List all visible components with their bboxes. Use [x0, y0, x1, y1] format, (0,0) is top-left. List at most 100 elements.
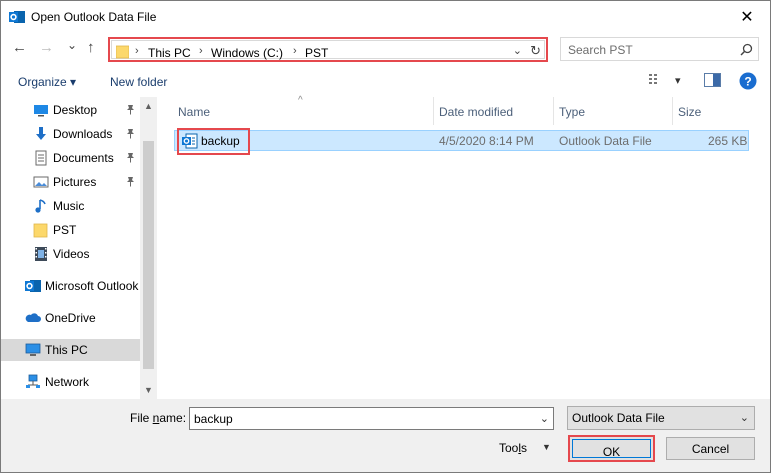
cancel-button[interactable]: Cancel	[666, 437, 755, 460]
column-header-size[interactable]: Size	[678, 105, 701, 119]
search-icon	[740, 43, 753, 56]
forward-button[interactable]: →	[39, 39, 54, 56]
file-type: Outlook Data File	[559, 134, 652, 148]
navigation-pane: Desktop Downloads Documents Pictures Mus…	[1, 97, 157, 399]
search-placeholder: Search PST	[568, 43, 633, 57]
new-folder-button[interactable]: New folder	[110, 75, 167, 89]
file-list: ^ Name Date modified Type Size backup 4/…	[171, 95, 759, 399]
tools-dropdown-icon[interactable]: ▼	[542, 442, 551, 452]
recent-locations-button[interactable]: ⌄	[67, 38, 77, 52]
sidebar-item-microsoft-outlook[interactable]: Microsoft Outlook	[25, 275, 140, 297]
sort-ascending-icon: ^	[298, 95, 303, 106]
sidebar-item-videos[interactable]: Videos	[33, 243, 140, 265]
sidebar-item-label: Microsoft Outlook	[45, 279, 139, 293]
pin-icon	[125, 152, 136, 166]
file-row[interactable]: backup 4/5/2020 8:14 PM Outlook Data Fil…	[174, 128, 749, 155]
organize-label: Organize	[18, 75, 67, 89]
folder-icon	[116, 45, 129, 59]
refresh-icon[interactable]: ↻	[530, 43, 541, 59]
address-bar[interactable]: › This PC › Windows (C:) › PST ⌄ ↻	[108, 37, 548, 62]
chevron-down-icon[interactable]: ⌄	[540, 412, 549, 425]
breadcrumb-separator: ›	[293, 45, 297, 57]
ok-button-focus-ring: OK	[572, 439, 651, 459]
computer-icon	[25, 343, 41, 356]
outlook-icon	[25, 280, 41, 292]
column-divider[interactable]	[553, 97, 554, 125]
breadcrumb-windows-c[interactable]: Windows (C:)	[211, 46, 283, 60]
up-button[interactable]: ↑	[87, 39, 95, 56]
documents-icon	[35, 150, 47, 166]
sidebar-item-downloads[interactable]: Downloads	[33, 123, 140, 145]
change-view-button[interactable]	[649, 73, 665, 88]
file-name: backup	[201, 134, 240, 148]
breadcrumb-this-pc[interactable]: This PC	[148, 46, 191, 60]
pst-file-icon	[182, 133, 198, 149]
file-name-value: backup	[194, 412, 233, 426]
file-name-field[interactable]: backup ⌄	[189, 407, 554, 430]
navigation-pane-scrollbar[interactable]: ▲ ▼	[140, 97, 157, 399]
column-header-type[interactable]: Type	[559, 105, 585, 119]
close-icon: ✕	[740, 8, 754, 26]
navigation-bar: ← → ⌄ ↑ › This PC › Windows (C:) › PST ⌄…	[1, 33, 770, 65]
search-input[interactable]: Search PST	[560, 37, 759, 61]
address-dropdown-button[interactable]: ⌄	[513, 44, 522, 57]
music-icon	[35, 199, 46, 213]
cancel-button-label: Cancel	[691, 442, 730, 456]
breadcrumb-separator: ›	[135, 45, 139, 57]
title-bar: Open Outlook Data File ✕	[1, 1, 770, 32]
window-title: Open Outlook Data File	[31, 10, 157, 24]
sidebar-item-this-pc[interactable]: This PC	[1, 339, 140, 361]
address-bar-inner: › This PC › Windows (C:) › PST ⌄ ↻	[111, 40, 545, 60]
videos-icon	[35, 247, 47, 261]
sidebar-item-label: PST	[53, 223, 77, 237]
tools-button[interactable]: Tools	[499, 441, 527, 455]
view-options-dropdown[interactable]: ▾	[675, 74, 681, 87]
back-button[interactable]: ←	[12, 39, 27, 56]
organize-button[interactable]: Organize ▾	[18, 75, 76, 89]
file-type-filter-value: Outlook Data File	[572, 411, 665, 425]
scroll-up-icon[interactable]: ▲	[144, 101, 153, 111]
pin-icon	[125, 104, 136, 118]
sidebar-item-label: Documents	[53, 151, 114, 165]
sidebar-item-label: This PC	[45, 343, 88, 357]
pictures-icon	[33, 176, 49, 188]
breadcrumb-separator: ›	[199, 45, 203, 57]
preview-pane-button[interactable]	[704, 73, 721, 90]
ok-button-label: OK	[602, 445, 621, 459]
sidebar-item-documents[interactable]: Documents	[33, 147, 140, 169]
sidebar-item-label: Desktop	[53, 103, 98, 117]
close-button[interactable]: ✕	[724, 1, 770, 32]
scroll-down-icon[interactable]: ▼	[144, 385, 153, 395]
chevron-down-icon: ⌄	[739, 412, 749, 424]
help-icon: ?	[739, 72, 757, 90]
network-icon	[26, 374, 40, 388]
file-date-modified: 4/5/2020 8:14 PM	[439, 134, 534, 148]
details-view-icon	[649, 74, 657, 84]
chevron-down-icon: ▾	[70, 75, 77, 89]
file-size: 265 KB	[708, 134, 748, 148]
sidebar-item-pictures[interactable]: Pictures	[33, 171, 140, 193]
preview-pane-icon	[704, 73, 721, 87]
help-button[interactable]: ?	[739, 72, 757, 93]
dialog-footer: File name: backup ⌄ Outlook Data File ⌄ …	[1, 399, 770, 472]
column-header-name[interactable]: Name	[178, 105, 210, 119]
scrollbar-thumb[interactable]	[143, 141, 154, 369]
sidebar-item-pst[interactable]: PST	[33, 219, 140, 241]
sidebar-item-label: Downloads	[53, 127, 113, 141]
sidebar-item-label: Pictures	[53, 175, 97, 189]
breadcrumb-pst[interactable]: PST	[305, 46, 328, 60]
sidebar-item-network[interactable]: Network	[25, 371, 140, 393]
sidebar-item-label: Videos	[53, 247, 90, 261]
file-type-filter-select[interactable]: Outlook Data File ⌄	[567, 406, 755, 430]
desktop-icon	[34, 105, 48, 117]
column-divider[interactable]	[672, 97, 673, 125]
sidebar-item-label: OneDrive	[45, 311, 96, 325]
ok-button[interactable]: OK	[568, 435, 655, 462]
open-outlook-data-file-dialog: Open Outlook Data File ✕ ← → ⌄ ↑ › This …	[0, 0, 771, 473]
sidebar-item-music[interactable]: Music	[33, 195, 140, 217]
sidebar-item-desktop[interactable]: Desktop	[33, 99, 140, 121]
column-header-date-modified[interactable]: Date modified	[439, 105, 513, 119]
column-divider[interactable]	[433, 97, 434, 125]
pin-icon	[125, 128, 136, 142]
sidebar-item-onedrive[interactable]: OneDrive	[25, 307, 140, 329]
